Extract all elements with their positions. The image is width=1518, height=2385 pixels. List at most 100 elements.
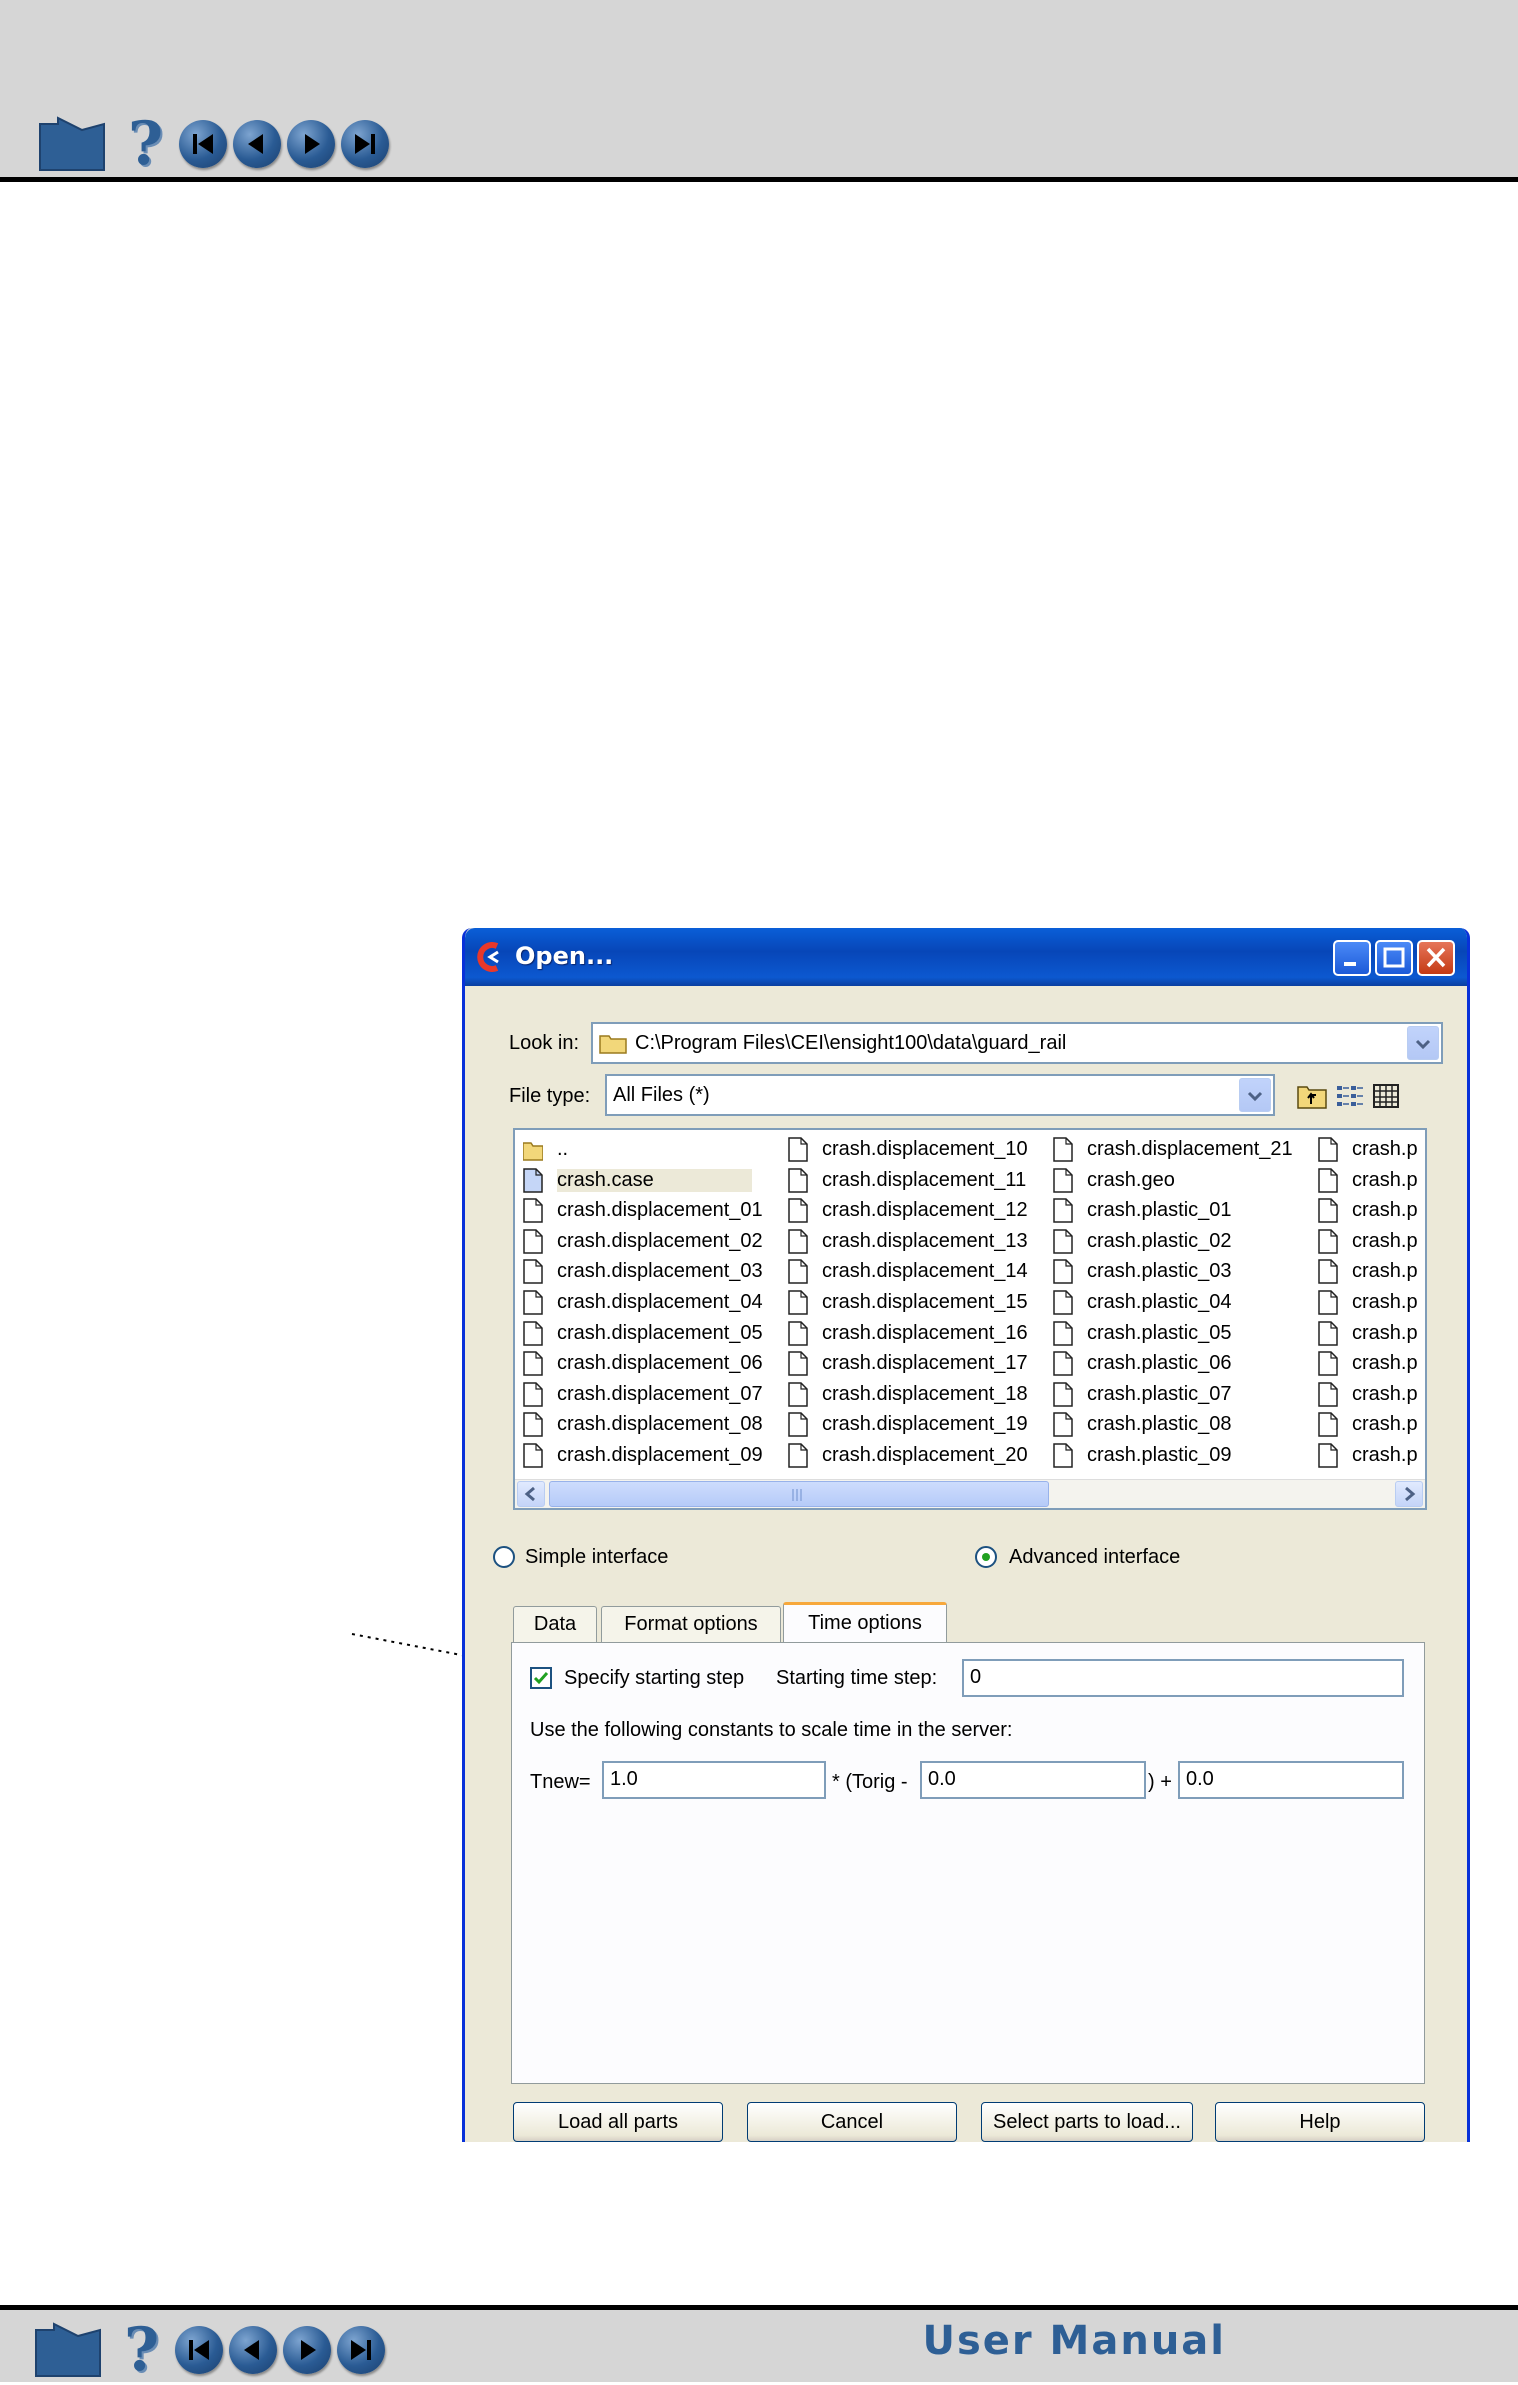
detail-view-icon[interactable] — [1371, 1082, 1401, 1110]
file-name: crash.displacement_02 — [557, 1229, 763, 1252]
simple-interface-radio[interactable] — [493, 1546, 515, 1568]
file-list-item[interactable]: crash.p — [1312, 1165, 1425, 1196]
file-list-item[interactable]: crash.p — [1312, 1256, 1425, 1287]
file-icon — [1318, 1229, 1338, 1254]
file-list-item[interactable]: crash.p — [1312, 1226, 1425, 1257]
tab-time-options[interactable]: Time options — [783, 1602, 947, 1642]
torig-input[interactable]: 0.0 — [920, 1761, 1146, 1799]
file-list-item[interactable]: crash.displacement_03 — [517, 1256, 782, 1287]
open-dialog: Open... Look in: C:\Program Files\CEI\en… — [462, 928, 1470, 2142]
file-list-item[interactable]: crash.displacement_08 — [517, 1409, 782, 1440]
file-list-item[interactable]: crash.displacement_07 — [517, 1379, 782, 1410]
file-list-item[interactable]: crash.displacement_13 — [782, 1226, 1047, 1257]
file-list-item[interactable]: crash.plastic_01 — [1047, 1195, 1312, 1226]
file-list-item[interactable]: crash.p — [1312, 1195, 1425, 1226]
look-in-dropdown[interactable] — [1407, 1026, 1439, 1060]
tnew-input[interactable]: 1.0 — [602, 1761, 826, 1799]
next-page-icon[interactable] — [287, 120, 336, 168]
file-list-item[interactable]: crash.p — [1312, 1348, 1425, 1379]
file-list-item[interactable]: crash.p — [1312, 1134, 1425, 1165]
file-list-item[interactable]: crash.p — [1312, 1379, 1425, 1410]
file-list-item[interactable]: crash.plastic_05 — [1047, 1318, 1312, 1349]
last-page-icon[interactable] — [341, 120, 390, 168]
file-list-item[interactable]: crash.plastic_09 — [1047, 1440, 1312, 1471]
file-icon — [1053, 1443, 1073, 1468]
file-list-item[interactable]: crash.p — [1312, 1318, 1425, 1349]
previous-page-icon[interactable] — [229, 2326, 278, 2374]
starting-time-step-input[interactable]: 0 — [962, 1659, 1404, 1697]
file-column: crash.p crash.p crash.p crash.p crash.p crash… — [1312, 1134, 1425, 1471]
tab-format-options[interactable]: Format options — [601, 1606, 781, 1642]
file-list-item[interactable]: crash.plastic_04 — [1047, 1287, 1312, 1318]
tab-data[interactable]: Data — [513, 1606, 597, 1642]
maximize-button[interactable] — [1375, 940, 1413, 976]
up-folder-icon[interactable] — [1297, 1082, 1327, 1110]
horizontal-scrollbar[interactable] — [515, 1479, 1425, 1508]
minimize-button[interactable] — [1333, 940, 1371, 976]
file-list-item[interactable]: crash.displacement_21 — [1047, 1134, 1312, 1165]
file-list-item[interactable]: crash.displacement_12 — [782, 1195, 1047, 1226]
file-list-item[interactable]: crash.displacement_10 — [782, 1134, 1047, 1165]
scroll-right-button[interactable] — [1395, 1481, 1423, 1507]
file-list-item[interactable]: crash.plastic_03 — [1047, 1256, 1312, 1287]
simple-interface-label[interactable]: Simple interface — [525, 1546, 668, 1569]
home-icon[interactable] — [34, 2322, 102, 2378]
offset-input[interactable]: 0.0 — [1178, 1761, 1404, 1799]
file-list-item[interactable]: crash.p — [1312, 1287, 1425, 1318]
file-type-dropdown[interactable] — [1239, 1078, 1271, 1112]
dialog-titlebar[interactable]: Open... — [465, 928, 1467, 986]
file-list-item[interactable]: crash.case — [517, 1165, 782, 1196]
file-list-item[interactable]: crash.displacement_04 — [517, 1287, 782, 1318]
file-type-combo[interactable]: All Files (*) — [605, 1074, 1275, 1116]
file-name: crash.displacement_08 — [557, 1413, 763, 1436]
close-button[interactable] — [1417, 940, 1455, 976]
file-name: crash.displacement_04 — [557, 1290, 763, 1313]
file-list-item[interactable]: crash.displacement_06 — [517, 1348, 782, 1379]
scroll-left-button[interactable] — [517, 1481, 545, 1507]
file-list-item[interactable]: .. — [517, 1134, 782, 1165]
cancel-button[interactable]: Cancel — [747, 2102, 957, 2142]
help-icon[interactable]: ? — [128, 114, 163, 174]
file-list-item[interactable]: crash.geo — [1047, 1165, 1312, 1196]
file-list-item[interactable]: crash.plastic_06 — [1047, 1348, 1312, 1379]
file-list-item[interactable]: crash.p — [1312, 1409, 1425, 1440]
advanced-interface-label[interactable]: Advanced interface — [1009, 1546, 1180, 1569]
specify-starting-step-label[interactable]: Specify starting step — [564, 1667, 744, 1690]
help-icon[interactable]: ? — [124, 2320, 159, 2380]
file-list-item[interactable]: crash.displacement_14 — [782, 1256, 1047, 1287]
file-list-item[interactable]: crash.displacement_18 — [782, 1379, 1047, 1410]
file-list-item[interactable]: crash.displacement_09 — [517, 1440, 782, 1471]
file-list[interactable]: .. crash.case crash.displacement_01 crash.d… — [513, 1128, 1427, 1510]
file-list-item[interactable]: crash.p — [1312, 1440, 1425, 1471]
file-list-item[interactable]: crash.plastic_07 — [1047, 1379, 1312, 1410]
file-list-item[interactable]: crash.displacement_15 — [782, 1287, 1047, 1318]
file-icon — [1053, 1290, 1073, 1315]
next-page-icon[interactable] — [283, 2326, 332, 2374]
app-icon — [477, 942, 499, 972]
file-list-item[interactable]: crash.plastic_02 — [1047, 1226, 1312, 1257]
bottom-nav-icons: ? — [34, 2320, 391, 2380]
first-page-icon[interactable] — [179, 120, 228, 168]
first-page-icon[interactable] — [175, 2326, 224, 2374]
file-list-item[interactable]: crash.displacement_16 — [782, 1318, 1047, 1349]
file-list-item[interactable]: crash.displacement_11 — [782, 1165, 1047, 1196]
file-list-item[interactable]: crash.displacement_20 — [782, 1440, 1047, 1471]
last-page-icon[interactable] — [337, 2326, 386, 2374]
scroll-thumb[interactable] — [549, 1481, 1049, 1507]
list-view-icon[interactable] — [1335, 1082, 1365, 1110]
file-list-item[interactable]: crash.displacement_17 — [782, 1348, 1047, 1379]
load-all-parts-button[interactable]: Load all parts — [513, 2102, 723, 2142]
file-list-item[interactable]: crash.displacement_02 — [517, 1226, 782, 1257]
advanced-interface-radio[interactable] — [975, 1546, 997, 1568]
file-icon — [788, 1382, 808, 1407]
file-list-item[interactable]: crash.displacement_19 — [782, 1409, 1047, 1440]
previous-page-icon[interactable] — [233, 120, 282, 168]
select-parts-button[interactable]: Select parts to load... — [981, 2102, 1193, 2142]
help-button[interactable]: Help — [1215, 2102, 1425, 2142]
look-in-combo[interactable]: C:\Program Files\CEI\ensight100\data\gua… — [591, 1022, 1443, 1064]
file-list-item[interactable]: crash.plastic_08 — [1047, 1409, 1312, 1440]
specify-starting-step-checkbox[interactable] — [530, 1667, 552, 1689]
home-icon[interactable] — [38, 116, 106, 172]
file-list-item[interactable]: crash.displacement_05 — [517, 1318, 782, 1349]
file-list-item[interactable]: crash.displacement_01 — [517, 1195, 782, 1226]
